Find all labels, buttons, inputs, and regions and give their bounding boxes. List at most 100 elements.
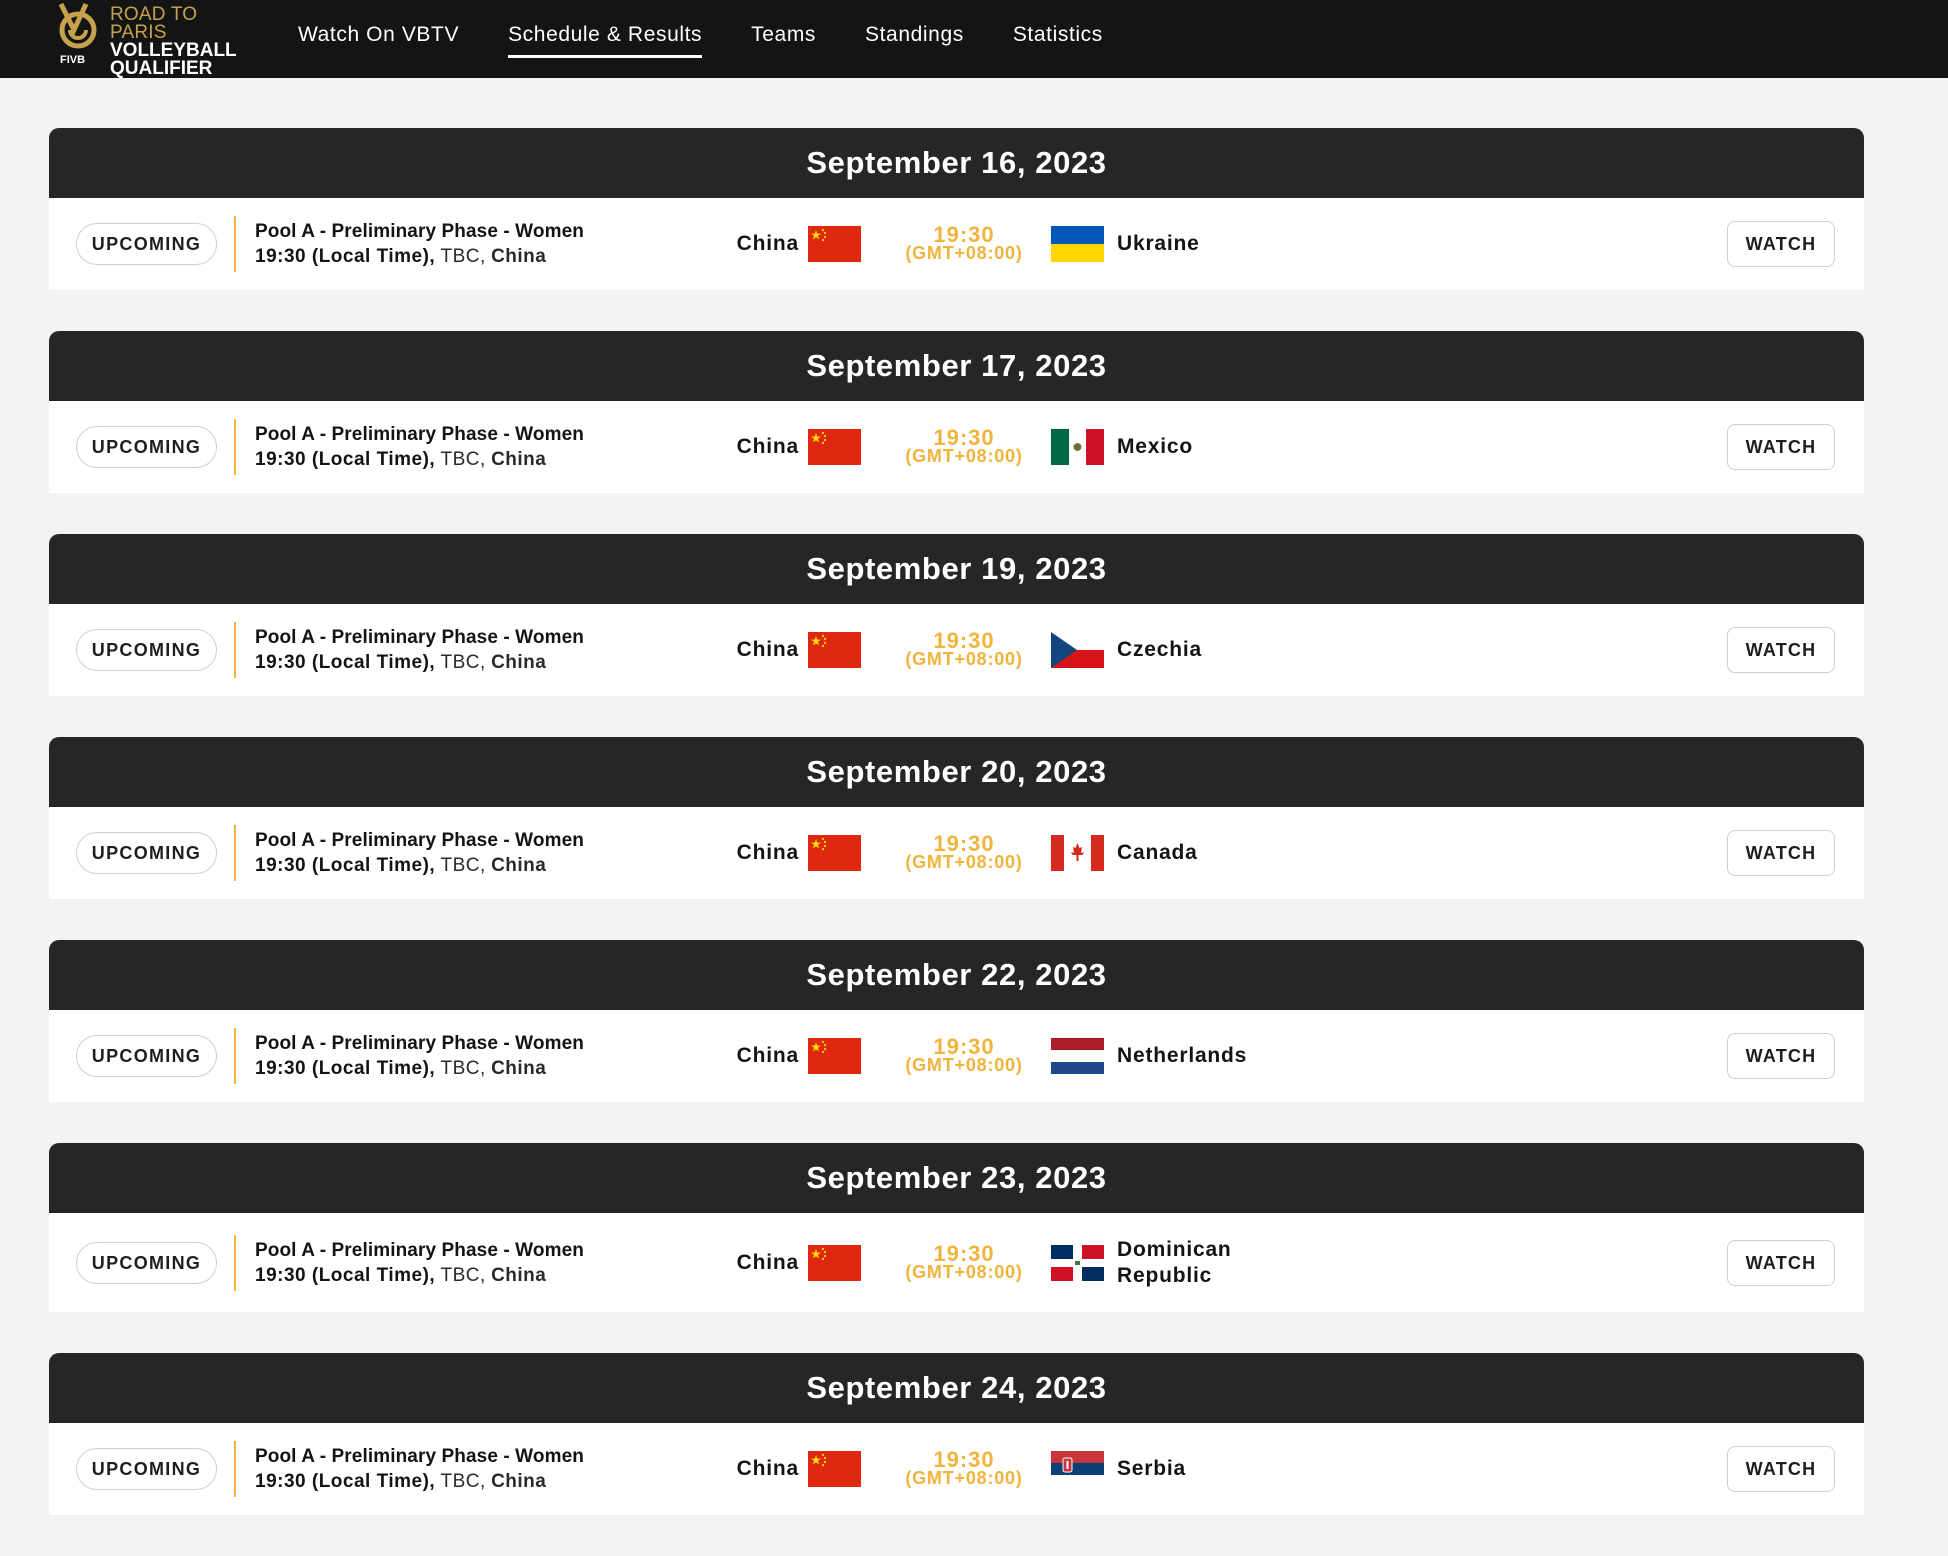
status-badge: UPCOMING	[76, 426, 217, 468]
status-badge: UPCOMING	[76, 1241, 217, 1284]
status-badge: UPCOMING	[76, 629, 217, 671]
china-flag-icon	[808, 1244, 861, 1281]
match-when: 19:30 (Local Time), TBC, China	[255, 650, 584, 675]
venue: TBC,	[440, 1471, 486, 1492]
kickoff-time: 19:30 (GMT+08:00)	[889, 224, 1039, 263]
watch-button[interactable]: WATCH	[1727, 1033, 1835, 1079]
accent-divider	[234, 419, 236, 475]
watch-button[interactable]: WATCH	[1727, 830, 1835, 876]
logo-wordmark: ROAD TO PARIS VOLLEYBALL QUALIFIER	[110, 4, 256, 78]
home-team-name[interactable]: China	[737, 232, 799, 256]
day-date-heading: September 19, 2023	[49, 534, 1864, 604]
day-date-heading: September 17, 2023	[49, 331, 1864, 401]
kickoff-timezone: (GMT+08:00)	[905, 446, 1023, 466]
serbia-flag-icon	[1051, 1451, 1104, 1487]
road-to-paris-logo[interactable]: FIVB ROAD TO PARIS VOLLEYBALL QUALIFIER	[56, 0, 256, 78]
local-time: 19:30 (Local Time),	[255, 1264, 436, 1286]
match-row: UPCOMING Pool A - Preliminary Phase - Wo…	[49, 401, 1864, 493]
china-flag-icon	[808, 632, 861, 668]
match-when: 19:30 (Local Time), TBC, China	[255, 1056, 584, 1081]
away-team-name[interactable]: Canada	[1117, 840, 1247, 866]
canada-flag-icon	[1051, 835, 1104, 871]
nav-standings[interactable]: Standings	[865, 0, 964, 78]
watch-button[interactable]: WATCH	[1727, 1446, 1835, 1492]
nav-watch-on-vbtv[interactable]: Watch On VBTV	[298, 0, 459, 78]
fivb-badge: FIVB	[60, 54, 85, 66]
top-navigation-bar: FIVB ROAD TO PARIS VOLLEYBALL QUALIFIER …	[0, 0, 1948, 78]
away-team-name[interactable]: Serbia	[1117, 1456, 1247, 1482]
nav-statistics[interactable]: Statistics	[1013, 0, 1103, 78]
match-row: UPCOMING Pool A - Preliminary Phase - Wo…	[49, 1423, 1864, 1515]
match-phase: Pool A - Preliminary Phase - Women	[255, 221, 584, 242]
kickoff-clock: 19:30	[933, 1034, 995, 1059]
away-team-name[interactable]: Netherlands	[1117, 1043, 1247, 1069]
day-date-heading: September 16, 2023	[49, 128, 1864, 198]
match-when: 19:30 (Local Time), TBC, China	[255, 244, 584, 269]
local-time: 19:30 (Local Time),	[255, 449, 436, 470]
kickoff-clock: 19:30	[933, 425, 995, 450]
match-when: 19:30 (Local Time), TBC, China	[255, 1263, 584, 1288]
match-row: UPCOMING Pool A - Preliminary Phase - Wo…	[49, 1213, 1864, 1312]
local-time: 19:30 (Local Time),	[255, 1058, 436, 1079]
day-date-heading: September 22, 2023	[49, 940, 1864, 1010]
home-team-name[interactable]: China	[737, 1457, 799, 1481]
nav-schedule-results[interactable]: Schedule & Results	[508, 0, 703, 78]
logo-tagline: ROAD TO PARIS	[110, 4, 198, 43]
day-date-heading: September 23, 2023	[49, 1143, 1864, 1213]
match-phase: Pool A - Preliminary Phase - Women	[255, 1239, 584, 1261]
away-team-name[interactable]: Czechia	[1117, 637, 1247, 663]
away-team-name[interactable]: Ukraine	[1117, 231, 1247, 257]
match-phase: Pool A - Preliminary Phase - Women	[255, 424, 584, 445]
match-row: UPCOMING Pool A - Preliminary Phase - Wo…	[49, 1010, 1864, 1102]
kickoff-clock: 19:30	[933, 628, 995, 653]
match-day: September 20, 2023 UPCOMING Pool A - Pre…	[49, 737, 1864, 899]
venue: TBC,	[440, 1058, 486, 1079]
watch-button[interactable]: WATCH	[1727, 1239, 1835, 1286]
match-info: Pool A - Preliminary Phase - Women 19:30…	[255, 1031, 584, 1081]
status-badge: UPCOMING	[76, 1035, 217, 1077]
match-phase: Pool A - Preliminary Phase - Women	[255, 627, 584, 648]
accent-divider	[234, 825, 236, 881]
city: China	[491, 855, 547, 876]
home-team-name[interactable]: China	[737, 638, 799, 662]
match-info: Pool A - Preliminary Phase - Women 19:30…	[255, 828, 584, 878]
match-row: UPCOMING Pool A - Preliminary Phase - Wo…	[49, 807, 1864, 899]
away-team-name[interactable]: Dominican Republic	[1117, 1237, 1247, 1289]
local-time: 19:30 (Local Time),	[255, 855, 436, 876]
kickoff-time: 19:30 (GMT+08:00)	[889, 628, 1039, 669]
away-team-name[interactable]: Mexico	[1117, 434, 1247, 460]
home-team-name[interactable]: China	[737, 1044, 799, 1068]
match-info: Pool A - Preliminary Phase - Women 19:30…	[255, 219, 584, 269]
watch-button[interactable]: WATCH	[1727, 424, 1835, 470]
match-day: September 17, 2023 UPCOMING Pool A - Pre…	[49, 331, 1864, 493]
venue: TBC,	[440, 1264, 486, 1286]
accent-divider	[234, 1028, 236, 1084]
venue: TBC,	[440, 652, 486, 673]
match-day: September 16, 2023 UPCOMING Pool A - Pre…	[49, 128, 1864, 290]
kickoff-clock: 19:30	[933, 1240, 995, 1266]
match-day: September 23, 2023 UPCOMING Pool A - Pre…	[49, 1143, 1864, 1312]
match-info: Pool A - Preliminary Phase - Women 19:30…	[255, 1444, 584, 1494]
china-flag-icon	[808, 835, 861, 871]
netherlands-flag-icon	[1051, 1038, 1104, 1074]
home-team-name[interactable]: China	[737, 1251, 799, 1275]
match-phase: Pool A - Preliminary Phase - Women	[255, 1446, 584, 1467]
watch-button[interactable]: WATCH	[1727, 627, 1835, 673]
match-when: 19:30 (Local Time), TBC, China	[255, 447, 584, 472]
venue: TBC,	[440, 246, 486, 267]
kickoff-timezone: (GMT+08:00)	[905, 1468, 1023, 1488]
kickoff-time: 19:30 (GMT+08:00)	[889, 1034, 1039, 1075]
home-team-name[interactable]: China	[737, 841, 799, 865]
kickoff-timezone: (GMT+08:00)	[905, 852, 1023, 872]
match-day: September 22, 2023 UPCOMING Pool A - Pre…	[49, 940, 1864, 1102]
china-flag-icon	[808, 226, 861, 262]
watch-button[interactable]: WATCH	[1727, 221, 1835, 267]
match-row: UPCOMING Pool A - Preliminary Phase - Wo…	[49, 198, 1864, 290]
home-team-name[interactable]: China	[737, 435, 799, 459]
city: China	[491, 652, 547, 673]
city: China	[491, 1058, 547, 1079]
kickoff-time: 19:30 (GMT+08:00)	[889, 425, 1039, 466]
accent-divider	[234, 1441, 236, 1497]
nav-teams[interactable]: Teams	[751, 0, 816, 78]
match-info: Pool A - Preliminary Phase - Women 19:30…	[255, 625, 584, 675]
